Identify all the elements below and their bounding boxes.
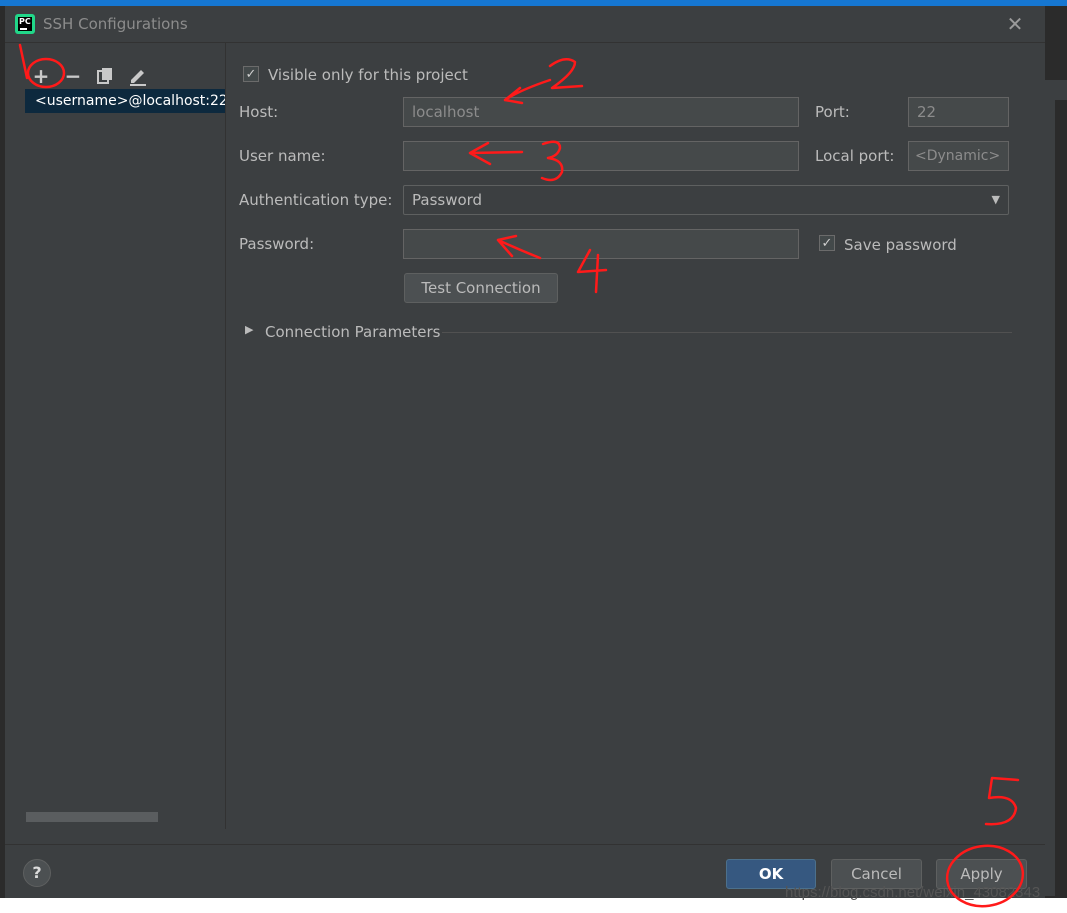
auth-type-value: Password	[412, 191, 483, 209]
footer-divider	[5, 844, 1045, 845]
save-password-label: Save password	[844, 236, 957, 254]
visible-only-label: Visible only for this project	[268, 66, 468, 84]
auth-type-select[interactable]: Password ▼	[403, 185, 1009, 215]
ssh-configurations-dialog: PC SSH Configurations ✕ + − <username>@l…	[5, 6, 1045, 898]
auth-type-label: Authentication type:	[239, 191, 393, 209]
save-password-checkbox[interactable]: ✓	[819, 235, 835, 251]
host-input[interactable]: localhost	[403, 97, 799, 127]
local-port-input[interactable]: <Dynamic>	[908, 141, 1009, 171]
dialog-title: SSH Configurations	[43, 15, 188, 33]
connection-params-label[interactable]: Connection Parameters	[265, 323, 441, 341]
test-connection-button[interactable]: Test Connection	[404, 273, 558, 303]
remove-icon[interactable]: −	[62, 65, 84, 87]
username-label: User name:	[239, 147, 326, 165]
help-button[interactable]: ?	[23, 859, 51, 887]
title-bar: PC SSH Configurations ✕	[5, 6, 1045, 43]
section-divider	[442, 332, 1012, 333]
expand-triangle-icon[interactable]: ▶	[245, 323, 253, 336]
password-label: Password:	[239, 235, 315, 253]
pycharm-app-icon: PC	[15, 14, 35, 34]
copy-icon[interactable]	[94, 65, 116, 87]
close-icon[interactable]: ✕	[1003, 12, 1027, 36]
username-input[interactable]	[403, 141, 799, 171]
password-input[interactable]	[403, 229, 799, 259]
horizontal-scrollbar[interactable]	[26, 812, 158, 822]
host-label: Host:	[239, 103, 279, 121]
chevron-down-icon: ▼	[991, 193, 1000, 206]
config-list-item[interactable]: <username>@localhost:22	[25, 89, 225, 113]
backdrop-right-panel-lower	[1045, 96, 1055, 896]
watermark-url: https://blog.csdn.net/weixin_43082343	[785, 884, 1041, 901]
config-list-panel: + − <username>@localhost:22	[5, 43, 226, 829]
app-icon-bar	[20, 28, 27, 30]
port-label: Port:	[815, 103, 850, 121]
visible-only-checkbox[interactable]: ✓	[243, 66, 259, 82]
local-port-label: Local port:	[815, 147, 895, 165]
edit-icon[interactable]	[127, 65, 149, 87]
port-input[interactable]: 22	[908, 97, 1009, 127]
add-icon[interactable]: +	[30, 65, 52, 87]
